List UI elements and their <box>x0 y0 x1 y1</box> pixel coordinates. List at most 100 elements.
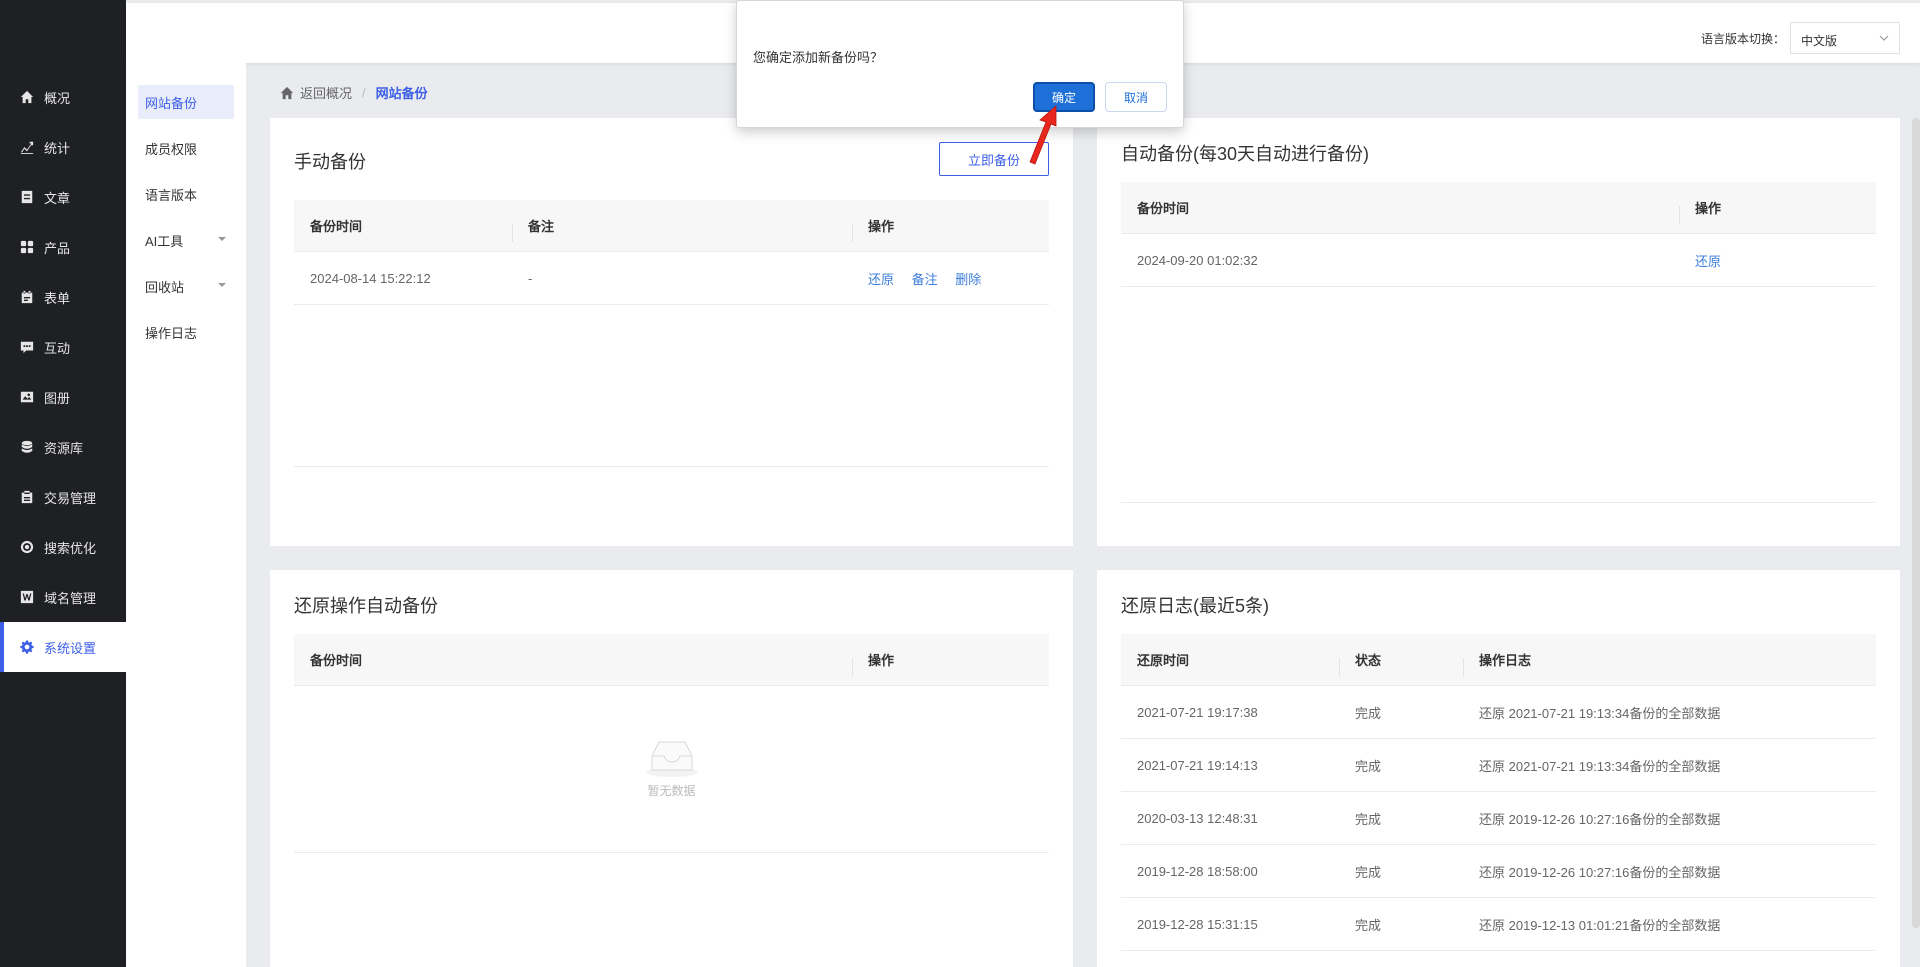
note-cell: - <box>528 270 533 286</box>
nav-item-overview[interactable]: 概况 <box>0 72 126 122</box>
nav-item-label: 资源库 <box>44 440 84 456</box>
page-scrollbar[interactable] <box>1912 118 1920 928</box>
log-cell: 还原 2021-07-21 19:13:34备份的全部数据 <box>1479 705 1721 721</box>
empty-inbox-icon <box>645 741 698 777</box>
status-cell: 完成 <box>1355 864 1382 880</box>
column-header: 状态 <box>1339 650 1463 676</box>
column-header: 备份时间 <box>1137 201 1190 216</box>
backup-now-label: 立即备份 <box>967 152 1020 168</box>
column-header: 备份时间 <box>310 219 363 234</box>
restore-time-cell: 2019-12-28 18:58:00 <box>1137 863 1258 879</box>
delete-link[interactable]: 删除 <box>955 272 981 287</box>
empty-state: 暂无数据 <box>644 734 700 799</box>
restore-time-cell: 2020-03-13 12:48:31 <box>1137 810 1258 826</box>
nav-item-label: 系统设置 <box>44 640 97 656</box>
confirm-cancel-button[interactable]: 取消 <box>1105 82 1167 112</box>
home-icon <box>20 90 34 104</box>
column-header: 操作日志 <box>1463 650 1876 676</box>
nav-item-label: 交易管理 <box>44 490 97 506</box>
subnav-item-member-permissions[interactable]: 成员权限 <box>138 131 234 165</box>
nav-item-system-settings[interactable]: 系统设置 <box>0 622 126 672</box>
nav-item-label: 搜索优化 <box>44 540 97 556</box>
annotation-arrow-icon <box>1029 105 1057 165</box>
table-row: 2024-09-20 01:02:32 还原 <box>1121 234 1876 287</box>
restore-time-cell: 2021-07-21 19:17:38 <box>1137 704 1258 720</box>
main-nav: 概况 统计 文章 产品 表单 互动 图册 资源库 交易管理 搜索优化 域名管理 … <box>0 72 126 672</box>
table-bottom-border <box>294 305 1049 467</box>
table-row: 2024-08-14 15:22:12 - 还原 备注 删除 <box>294 252 1049 305</box>
restore-time-cell: 2021-07-21 19:14:13 <box>1137 757 1258 773</box>
empty-state-text: 暂无数据 <box>647 784 696 798</box>
table-row: 2019-12-28 15:31:15 完成 还原 2019-12-13 01:… <box>1121 898 1876 951</box>
status-cell: 完成 <box>1355 811 1382 827</box>
nav-item-products[interactable]: 产品 <box>0 222 126 272</box>
auto-backup-table: 备份时间 操作 2024-09-20 01:02:32 还原 <box>1121 182 1876 503</box>
language-switch-label: 语言版本切换： <box>1700 32 1785 46</box>
form-icon <box>20 290 34 304</box>
subnav-item-label: 成员权限 <box>145 141 198 157</box>
subnav-item-label: 语言版本 <box>145 187 198 203</box>
nav-item-label: 概况 <box>44 90 71 106</box>
nav-item-seo[interactable]: 搜索优化 <box>0 522 126 572</box>
log-cell: 还原 2019-12-13 01:01:21备份的全部数据 <box>1479 917 1721 933</box>
panel-title: 手动备份 <box>294 152 366 172</box>
nav-item-interaction[interactable]: 互动 <box>0 322 126 372</box>
note-link[interactable]: 备注 <box>912 272 938 287</box>
confirm-cancel-label: 取消 <box>1123 90 1148 105</box>
breadcrumb-back-link[interactable]: 返回概况 <box>300 83 352 102</box>
nav-item-label: 统计 <box>44 140 71 156</box>
nav-item-resources[interactable]: 资源库 <box>0 422 126 472</box>
nav-item-forms[interactable]: 表单 <box>0 272 126 322</box>
nav-item-transactions[interactable]: 交易管理 <box>0 472 126 522</box>
subnav-item-language-version[interactable]: 语言版本 <box>138 177 234 211</box>
confirm-dialog: 您确定添加新备份吗？ 确定 取消 <box>736 0 1184 128</box>
w-icon <box>20 590 34 604</box>
breadcrumb-separator: / <box>362 85 366 100</box>
table-row: 2019-12-28 18:58:00 完成 还原 2019-12-26 10:… <box>1121 845 1876 898</box>
restore-link[interactable]: 还原 <box>1695 254 1721 269</box>
language-select[interactable]: 中文版 <box>1790 22 1900 54</box>
restore-time-cell: 2019-12-28 15:31:15 <box>1137 916 1258 932</box>
subnav-item-operation-log[interactable]: 操作日志 <box>138 315 234 349</box>
log-cell: 还原 2019-12-26 10:27:16备份的全部数据 <box>1479 811 1721 827</box>
breadcrumb: 返回概况 / 网站备份 <box>280 83 428 102</box>
table-header: 还原时间 状态 操作日志 <box>1121 634 1876 686</box>
sidebar-logo-area <box>0 0 126 62</box>
seo-icon <box>20 540 34 554</box>
log-cell: 还原 2019-12-26 10:27:16备份的全部数据 <box>1479 864 1721 880</box>
language-select-value: 中文版 <box>1801 34 1838 48</box>
nav-item-label: 互动 <box>44 340 71 356</box>
subnav-item-label: 网站备份 <box>145 95 198 111</box>
nav-item-statistics[interactable]: 统计 <box>0 122 126 172</box>
chevron-down-icon <box>1879 35 1889 41</box>
table-header: 备份时间 操作 <box>1121 182 1876 234</box>
column-header: 备份时间 <box>310 653 363 668</box>
restore-auto-backup-table: 备份时间 操作 暂无数据 <box>294 634 1049 853</box>
panel-title: 还原操作自动备份 <box>294 596 438 616</box>
backup-time-cell: 2024-08-14 15:22:12 <box>310 270 431 286</box>
restore-link[interactable]: 还原 <box>868 272 894 287</box>
subnav-item-ai-tools[interactable]: AI工具 <box>138 223 234 257</box>
column-header: 操作 <box>852 650 1049 676</box>
nav-item-gallery[interactable]: 图册 <box>0 372 126 422</box>
log-cell: 还原 2021-07-21 19:13:34备份的全部数据 <box>1479 758 1721 774</box>
status-cell: 完成 <box>1355 917 1382 933</box>
main-sidebar: 概况 统计 文章 产品 表单 互动 图册 资源库 交易管理 搜索优化 域名管理 … <box>0 0 126 967</box>
article-icon <box>20 190 34 204</box>
subnav-item-recycle-bin[interactable]: 回收站 <box>138 269 234 303</box>
gear-icon <box>20 640 34 654</box>
manual-backup-panel: 手动备份 立即备份 备份时间 备注 操作 2024-08-14 15:22:12… <box>270 118 1073 546</box>
nav-item-articles[interactable]: 文章 <box>0 172 126 222</box>
subnav-item-site-backup[interactable]: 网站备份 <box>138 85 234 119</box>
panel-title: 自动备份(每30天自动进行备份) <box>1121 144 1370 164</box>
breadcrumb-current: 网站备份 <box>375 86 428 101</box>
manual-backup-table: 备份时间 备注 操作 2024-08-14 15:22:12 - 还原 备注 删… <box>294 200 1049 467</box>
auto-backup-panel: 自动备份(每30天自动进行备份) 备份时间 操作 2024-09-20 01:0… <box>1097 118 1900 546</box>
chart-icon <box>20 140 34 154</box>
caret-down-icon <box>218 283 226 287</box>
nav-item-label: 文章 <box>44 190 71 206</box>
nav-item-domains[interactable]: 域名管理 <box>0 572 126 622</box>
table-bottom-border <box>1121 287 1876 503</box>
column-header: 还原时间 <box>1137 653 1190 668</box>
nav-item-label: 图册 <box>44 390 71 406</box>
